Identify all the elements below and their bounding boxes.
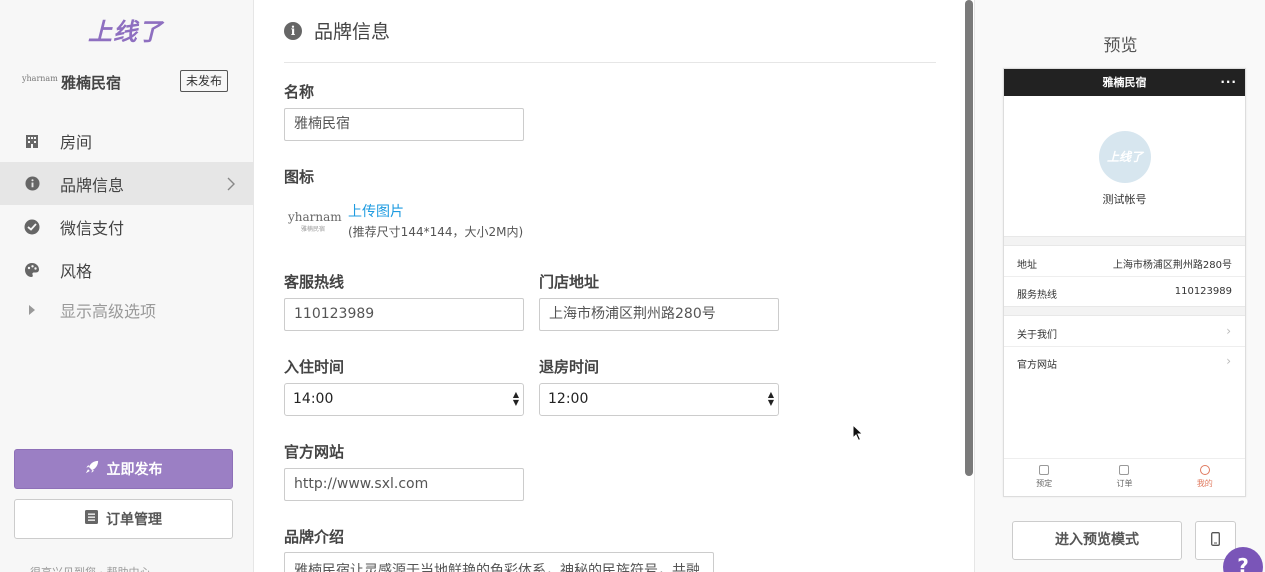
address-label: 门店地址	[539, 273, 600, 291]
orders-button-label: 订单管理	[106, 512, 162, 528]
upload-hint: (推荐尺寸144*144，大小2M内)	[348, 225, 524, 239]
phone-preview: 雅楠民宿 ··· 上线了 测试帐号 地址 上海市杨浦区荆州路280号 服务热线 …	[1003, 68, 1246, 497]
avatar: 上线了	[1099, 131, 1151, 183]
brand-info-form: i 品牌信息 名称 雅楠民宿 图标 yharnam 雅楠民宿 上传图片 (推荐尺…	[255, 0, 965, 572]
name-field[interactable]: 雅楠民宿	[284, 108, 524, 141]
caret-right-icon	[24, 302, 40, 318]
brand-icon-text: yharnam	[288, 210, 342, 224]
address-key: 地址	[1017, 260, 1037, 271]
sidebar: 上线了 yharnam 雅楠民宿 未发布 房间 品牌信息 微信支付 风格 显示高…	[0, 0, 254, 572]
orders-button[interactable]: 订单管理	[14, 499, 233, 539]
calendar-icon	[1039, 465, 1050, 475]
chevron-right-icon: ›	[1226, 354, 1231, 368]
wechat-pay-icon	[24, 219, 40, 235]
more-icon: ···	[1220, 75, 1237, 89]
tab-reserve: 预定	[1004, 459, 1084, 496]
sidebar-item-label: 风格	[60, 261, 93, 281]
status-badge: 未发布	[180, 70, 228, 92]
sidebar-item-label: 房间	[60, 132, 93, 152]
hotline-label: 客服热线	[284, 273, 345, 291]
brand-icon-image: yharnam 雅楠民宿	[288, 210, 342, 233]
publish-button-label: 立即发布	[106, 462, 163, 478]
phone-title-bar: 雅楠民宿 ···	[1004, 69, 1245, 96]
phone-about-row: 关于我们 ›	[1004, 317, 1245, 347]
hotline-field[interactable]: 110123989	[284, 298, 524, 331]
building-icon	[24, 133, 40, 149]
website-label: 官方网站	[1017, 360, 1057, 371]
website-field[interactable]: http://www.sxl.com	[284, 468, 524, 501]
scrollbar[interactable]	[965, 0, 973, 476]
info-icon	[24, 176, 40, 192]
phone-title: 雅楠民宿	[1102, 76, 1147, 89]
sidebar-item-brand-info[interactable]: 品牌信息	[0, 162, 253, 205]
document-icon	[1119, 465, 1130, 475]
sidebar-item-label: 品牌信息	[60, 175, 125, 195]
phone-website-row: 官方网站 ›	[1004, 347, 1245, 377]
checkin-value: 14:00	[293, 391, 334, 407]
user-icon	[1199, 465, 1210, 475]
enter-preview-button[interactable]: 进入预览模式	[1012, 521, 1182, 560]
checkout-label: 退房时间	[539, 358, 600, 376]
about-label: 关于我们	[1017, 330, 1057, 341]
tab-label: 订单	[1116, 479, 1133, 488]
sidebar-item-label: 微信支付	[60, 218, 125, 238]
brand-mini-logo: yharnam	[22, 74, 58, 83]
hotline-key: 服务热线	[1017, 290, 1057, 301]
divider	[284, 62, 936, 63]
chevron-right-icon: ›	[1226, 324, 1231, 338]
publish-button[interactable]: 立即发布	[14, 449, 233, 489]
intro-textarea[interactable]: 雅楠民宿让灵感源于当地鲜艳的色彩体系，神秘的民族符号，共融	[284, 552, 714, 572]
website-label: 官方网站	[284, 443, 345, 461]
hotline-value: 110123989	[1174, 286, 1232, 297]
sidebar-item-wechat-pay[interactable]: 微信支付	[0, 205, 253, 248]
tab-label: 我的	[1196, 479, 1213, 488]
phone-separator	[1004, 306, 1245, 316]
sidebar-footer: 很高兴见到您 · 帮助中心	[30, 564, 151, 572]
checkout-value: 12:00	[548, 391, 589, 407]
phone-separator	[1004, 236, 1245, 246]
preview-title: 预览	[1103, 36, 1138, 56]
brand-name: 雅楠民宿	[61, 74, 122, 92]
address-value: 上海市杨浦区荆州路280号	[1112, 260, 1232, 271]
palette-icon	[24, 262, 40, 278]
show-advanced-label: 显示高级选项	[60, 302, 157, 321]
phone-tab-bar: 预定 订单 我的	[1004, 458, 1245, 496]
rocket-icon	[85, 460, 99, 478]
document-icon	[85, 510, 98, 528]
section-header: i 品牌信息	[284, 17, 390, 44]
sidebar-item-rooms[interactable]: 房间	[0, 119, 253, 162]
show-advanced-toggle[interactable]: 显示高级选项	[0, 291, 253, 329]
tab-orders: 订单	[1084, 459, 1164, 496]
select-arrows-icon: ▲ ▼	[512, 390, 519, 407]
brand-icon-subtext: 雅楠民宿	[301, 226, 326, 233]
tab-label: 预定	[1036, 479, 1053, 488]
chevron-right-icon	[227, 176, 235, 195]
account-name: 测试帐号	[1102, 193, 1147, 206]
preview-panel: 预览 雅楠民宿 ··· 上线了 测试帐号 地址 上海市杨浦区荆州路280号 服务…	[974, 0, 1265, 572]
sidebar-item-style[interactable]: 风格	[0, 248, 253, 291]
section-title: 品牌信息	[314, 21, 391, 43]
phone-hotline-row: 服务热线 110123989	[1004, 277, 1245, 307]
sidebar-nav: 房间 品牌信息 微信支付 风格 显示高级选项	[0, 119, 253, 329]
icon-label: 图标	[284, 168, 315, 186]
intro-label: 品牌介绍	[284, 528, 345, 546]
address-field[interactable]: 上海市杨浦区荆州路280号	[539, 298, 779, 331]
name-label: 名称	[284, 83, 315, 101]
checkin-select[interactable]: 14:00 ▲ ▼	[284, 383, 524, 416]
checkout-select[interactable]: 12:00 ▲ ▼	[539, 383, 779, 416]
app-logo[interactable]: 上线了	[88, 12, 163, 47]
mobile-phone-icon	[1211, 531, 1220, 550]
checkin-label: 入住时间	[284, 358, 345, 376]
tab-mine: 我的	[1165, 459, 1245, 496]
phone-address-row: 地址 上海市杨浦区荆州路280号	[1004, 247, 1245, 277]
brand-row: yharnam 雅楠民宿 未发布	[22, 70, 232, 94]
info-icon: i	[284, 21, 302, 40]
select-arrows-icon: ▲ ▼	[767, 390, 774, 407]
upload-image-link[interactable]: 上传图片	[348, 201, 404, 221]
